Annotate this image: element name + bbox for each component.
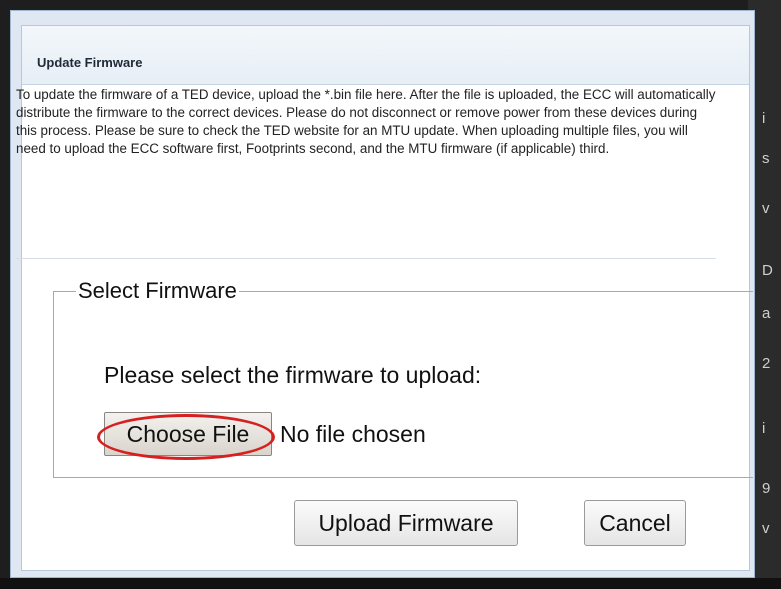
background-bottom-edge [0,578,781,589]
select-firmware-prompt: Please select the firmware to upload: [104,362,482,388]
cancel-button[interactable]: Cancel [584,500,686,546]
choose-file-button[interactable]: Choose File [104,412,272,456]
instructions-text: To update the firmware of a TED device, … [16,87,716,156]
dialog-title: Update Firmware [37,55,143,70]
select-firmware-legend: Select Firmware [78,278,237,303]
background-left-edge [0,0,10,589]
section-divider [16,258,716,259]
dialog-titlebar[interactable]: Update Firmware [22,26,749,85]
file-status-text: No file chosen [280,421,426,447]
background-top-edge [0,0,781,10]
upload-firmware-button[interactable]: Upload Firmware [294,500,518,546]
